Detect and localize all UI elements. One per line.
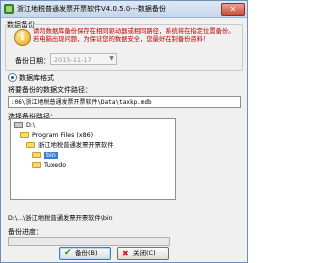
backup-button-label: 备份(B) — [75, 249, 98, 257]
tree-item-drive[interactable]: D:\ — [14, 121, 35, 130]
backup-dialog: 浙江地税普通发票开票软件V4.0.5.0---数据备份 ✕ 数据备份 请勿数据库… — [0, 0, 248, 263]
source-path-label: 将要备份的数据文件路径： — [8, 86, 92, 94]
source-path-input[interactable]: :06\浙江地税普通发票开票软件\Data\taxkp.mdb — [8, 96, 241, 108]
tree-item-label-selected: bin — [44, 152, 58, 159]
title-bar: 浙江地税普通发票开票软件V4.0.5.0---数据备份 ✕ — [1, 1, 247, 18]
chevron-down-icon[interactable]: ▼ — [107, 54, 116, 64]
progress-label: 备份进度： — [8, 228, 43, 236]
format-radio-label[interactable]: 数据库格式 — [19, 73, 54, 83]
date-label: 备份日期： — [15, 57, 50, 65]
folder-icon — [32, 162, 41, 168]
backup-progress-bar — [8, 237, 170, 246]
close-window-button[interactable]: ✕ — [221, 3, 245, 16]
tree-item-label: Tuxedo — [44, 162, 67, 169]
folder-tree[interactable]: D:\ Program Files (x86) 浙江地税普通发票开票软件 bin… — [10, 118, 176, 200]
tree-item-label: 浙江地税普通发票开票软件 — [38, 142, 114, 149]
tree-item-label: Program Files (x86) — [32, 132, 94, 139]
folder-open-icon — [32, 152, 41, 158]
backup-button[interactable]: ✔ 备份(B) — [59, 247, 111, 260]
tree-item-tuxedo[interactable]: Tuxedo — [32, 161, 66, 170]
app-icon — [4, 4, 14, 14]
tree-item-bin[interactable]: bin — [32, 151, 58, 160]
tree-item-app-folder[interactable]: 浙江地税普通发票开票软件 — [26, 141, 114, 150]
folder-open-icon — [26, 142, 35, 148]
folder-open-icon — [20, 132, 29, 138]
close-button[interactable]: ✖ 关闭(C) — [117, 247, 169, 260]
window-title: 浙江地税普通发票开票软件V4.0.5.0---数据备份 — [17, 5, 166, 13]
tree-item-label: D:\ — [26, 122, 36, 129]
format-radio[interactable] — [8, 73, 17, 82]
close-icon: ✖ — [122, 249, 129, 258]
info-icon — [14, 29, 31, 46]
drive-icon — [14, 122, 23, 128]
close-button-label: 关闭(C) — [133, 249, 156, 257]
tree-item-program-files[interactable]: Program Files (x86) — [20, 131, 93, 140]
check-icon: ✔ — [64, 248, 72, 258]
selected-path-text: D:\...\浙江地税普通发票开票软件\bin — [8, 215, 113, 222]
warning-text: 请勿数据库备份保存在相同驱动器或相同路径，系统将在指定位置备份。若电脑出现问题，… — [33, 28, 235, 43]
